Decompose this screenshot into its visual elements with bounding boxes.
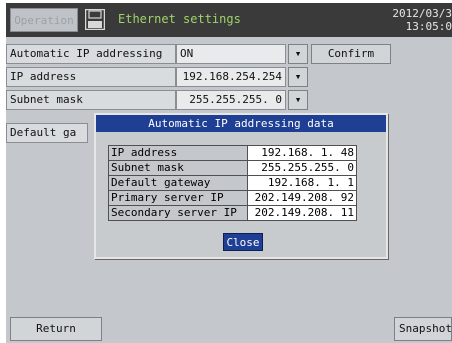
row-label: IP address bbox=[108, 145, 248, 161]
default-gateway-label: Default ga bbox=[6, 123, 88, 143]
auto-ip-data-table: IP address 192.168. 1. 48 Subnet mask 25… bbox=[108, 145, 357, 221]
dialog-title: Automatic IP addressing data bbox=[96, 115, 386, 132]
row-value: 202.149.208. 11 bbox=[247, 205, 357, 221]
row-label: Subnet mask bbox=[108, 160, 248, 176]
ip-address-value[interactable]: 192.168.254.254 bbox=[176, 67, 286, 87]
close-button[interactable]: Close bbox=[223, 233, 263, 251]
hmi-screen: Operation Ethernet settings 2012/03/3 13… bbox=[6, 3, 452, 343]
table-row: Default gateway 192.168. 1. 1 bbox=[108, 175, 357, 191]
table-row: IP address 192.168. 1. 48 bbox=[108, 145, 357, 161]
row-label: Primary server IP bbox=[108, 190, 248, 206]
row-value: 192.168. 1. 48 bbox=[247, 145, 357, 161]
return-button[interactable]: Return bbox=[10, 317, 102, 341]
row-value: 202.149.208. 92 bbox=[247, 190, 357, 206]
ip-address-label: IP address bbox=[6, 67, 176, 87]
confirm-button[interactable]: Confirm bbox=[311, 44, 391, 64]
datetime: 2012/03/3 13:05:0 bbox=[392, 7, 452, 33]
ip-address-dropdown-button[interactable]: ▾ bbox=[288, 67, 308, 87]
table-row: Subnet mask 255.255.255. 0 bbox=[108, 160, 357, 176]
auto-ip-data-dialog: Automatic IP addressing data IP address … bbox=[94, 113, 388, 259]
page-title: Ethernet settings bbox=[118, 12, 241, 26]
title-bar: Operation Ethernet settings 2012/03/3 13… bbox=[6, 3, 452, 37]
auto-ip-value: ON bbox=[176, 44, 286, 64]
table-row: Secondary server IP 202.149.208. 11 bbox=[108, 205, 357, 221]
row-value: 255.255.255. 0 bbox=[247, 160, 357, 176]
snapshot-button[interactable]: Snapshot bbox=[394, 317, 452, 341]
operation-button[interactable]: Operation bbox=[10, 8, 78, 32]
subnet-mask-dropdown-button[interactable]: ▾ bbox=[288, 90, 308, 110]
auto-ip-label: Automatic IP addressing bbox=[6, 44, 176, 64]
table-row: Primary server IP 202.149.208. 92 bbox=[108, 190, 357, 206]
date-text: 2012/03/3 bbox=[392, 7, 452, 20]
save-icon bbox=[85, 9, 105, 30]
row-value: 192.168. 1. 1 bbox=[247, 175, 357, 191]
subnet-mask-label: Subnet mask bbox=[6, 90, 176, 110]
time-text: 13:05:0 bbox=[405, 20, 452, 33]
row-label: Default gateway bbox=[108, 175, 248, 191]
row-label: Secondary server IP bbox=[108, 205, 248, 221]
subnet-mask-value[interactable]: 255.255.255. 0 bbox=[176, 90, 286, 110]
auto-ip-dropdown-button[interactable]: ▾ bbox=[288, 44, 308, 64]
